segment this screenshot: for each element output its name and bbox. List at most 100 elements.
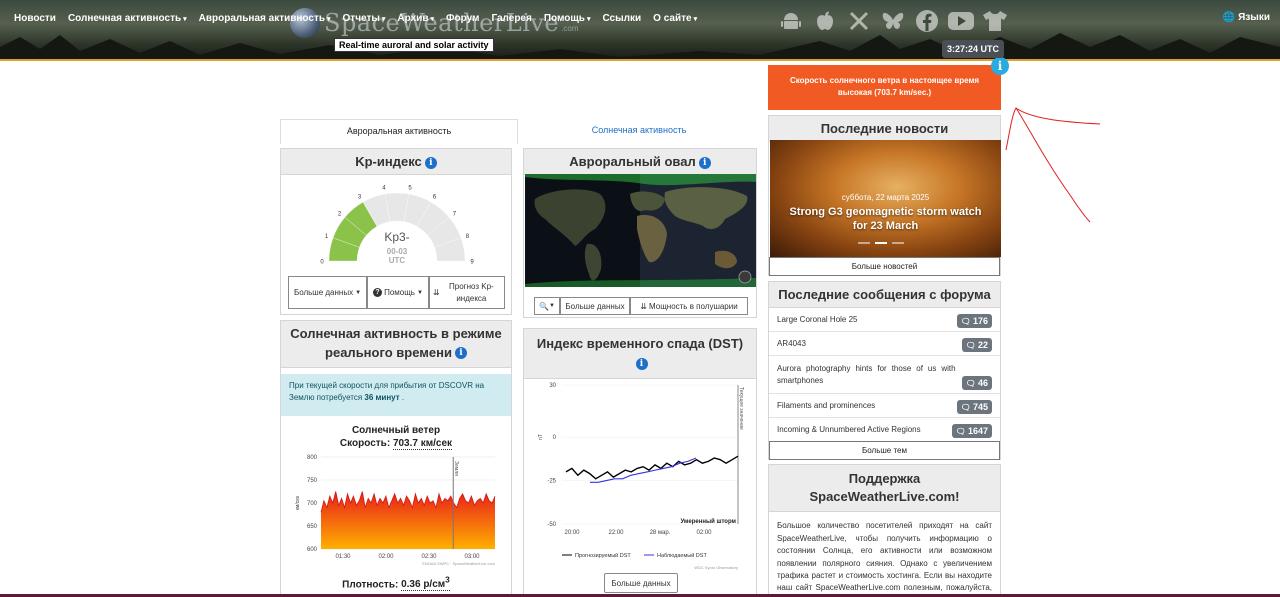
reply-count-badge: 🗨 1647 xyxy=(951,424,992,438)
forum-topic-title[interactable]: Incoming & Unnumbered Active Regions xyxy=(777,424,946,436)
red-annotation-stroke xyxy=(1005,107,1101,223)
zoom-dropdown-button[interactable]: 🔍 ▼ xyxy=(534,297,560,315)
kp-help-button[interactable]: ? Помощь ▼ xyxy=(367,276,429,309)
world-aurora-map[interactable] xyxy=(525,174,756,287)
nav-item-3[interactable]: Отчеты ▾ xyxy=(337,10,392,27)
comments-icon: 🗨 xyxy=(960,403,973,412)
kp-forecast-button[interactable]: ⇊ Прогноз Kp-индекса xyxy=(429,276,505,309)
nav-item-9[interactable]: О сайте ▾ xyxy=(647,10,703,27)
nav-item-2[interactable]: Авроральная активность ▾ xyxy=(193,10,337,27)
nav-item-label: Ссылки xyxy=(602,13,642,24)
wind-x-tick: 02:00 xyxy=(378,554,394,560)
forum-topic-title[interactable]: Aurora photography hints for those of us… xyxy=(777,363,956,387)
info-icon[interactable]: i xyxy=(454,347,467,360)
density-label: Плотность: xyxy=(342,579,399,591)
dst-credit: WDC Kyoto Observatory xyxy=(694,565,738,570)
bluesky-icon[interactable] xyxy=(880,8,906,34)
forum-topic-row[interactable]: Large Coronal Hole 25 🗨 176 xyxy=(769,308,1000,332)
density-value: 0.36 р/см xyxy=(401,579,446,591)
caret-down-icon: ▼ xyxy=(355,289,362,296)
kp-scale-label: 2 xyxy=(338,211,342,217)
info-icon[interactable]: i xyxy=(635,358,648,371)
kp-time: 00-03 xyxy=(387,247,408,256)
youtube-icon[interactable] xyxy=(948,8,974,34)
solar-wind-alert[interactable]: Скорость солнечного ветра в настоящее вр… xyxy=(768,65,1001,110)
forum-topic-row[interactable]: Filaments and prominences 🗨 745 xyxy=(769,394,1000,418)
tab-solar-activity[interactable]: Солнечная активность xyxy=(520,119,758,144)
double-chevron-down-icon: ⇊ xyxy=(433,287,440,297)
density-readout: Плотность: 0.36 р/см3 xyxy=(281,575,511,592)
solar-wind-chart[interactable]: 600 650 700 750 800 км/сек Земля 01:30 02:00 02:3… xyxy=(291,453,503,573)
main-menu: Новости Солнечная активность ▾ Авроральная … xyxy=(8,10,703,27)
dst-chart[interactable]: 30 0 -25 -50 nT Текущее значение Умеренный што… xyxy=(534,379,748,571)
wind-x-tick: 02:30 xyxy=(421,554,437,560)
reply-count: 22 xyxy=(977,340,988,350)
forum-topic-title[interactable]: AR4043 xyxy=(777,338,956,350)
dst-x-tick: 20:00 xyxy=(564,530,580,536)
info-icon[interactable]: i xyxy=(424,156,437,169)
kp-panel-header: Kp-индекс i xyxy=(281,149,511,175)
nav-item-7[interactable]: Помощь ▾ xyxy=(538,10,597,27)
nav-item-0[interactable]: Новости xyxy=(8,10,62,27)
forum-topic-list: Large Coronal Hole 25 🗨 176 AR4043 🗨 22 Auro… xyxy=(769,308,1000,442)
double-chevron-down-icon: ⇊ xyxy=(640,301,647,311)
more-topics-button[interactable]: Больше тем xyxy=(769,441,1000,460)
reply-count: 176 xyxy=(972,316,988,326)
news-date: суббота, 22 марта 2025 xyxy=(841,193,930,202)
arrival-time: 36 минут xyxy=(364,392,400,402)
reply-count: 46 xyxy=(977,378,988,388)
arrival-info-end: . xyxy=(399,392,405,402)
android-icon[interactable] xyxy=(778,8,804,34)
forum-topic-title[interactable]: Large Coronal Hole 25 xyxy=(777,314,951,326)
language-menu[interactable]: 🌐 Языки xyxy=(1223,12,1270,23)
alert-info-icon[interactable]: i xyxy=(991,57,1009,75)
nav-item-1[interactable]: Солнечная активность ▾ xyxy=(62,10,193,27)
nav-item-label: Форум xyxy=(445,13,480,24)
apple-icon[interactable] xyxy=(812,8,838,34)
activity-tabs: Авроральная активность Солнечная активно… xyxy=(280,119,758,144)
forum-topic-title[interactable]: Filaments and prominences xyxy=(777,400,951,412)
speed-value: 703.7 км/сек xyxy=(392,438,453,450)
nav-item-6[interactable]: Галерея xyxy=(485,10,537,27)
kp-button-group: Больше данных ▼ ? Помощь ▼ ⇊ Прогноз Kp-инде… xyxy=(288,276,505,309)
kp-scale-label: 3 xyxy=(358,195,362,201)
x-icon[interactable] xyxy=(846,8,872,34)
reply-count-badge: 🗨 22 xyxy=(961,338,992,352)
wind-y-tick: 700 xyxy=(307,501,318,507)
speed-label: Скорость: xyxy=(339,438,391,449)
nav-item-5[interactable]: Форум xyxy=(440,10,485,27)
kp-more-data-button[interactable]: Больше данных ▼ xyxy=(288,276,367,309)
kp-more-label: Больше данных xyxy=(293,288,354,297)
dst-more-data-button[interactable]: Больше данных xyxy=(604,573,678,593)
realtime-title: Солнечная активность в режиме реального … xyxy=(290,326,502,360)
wind-y-tick: 800 xyxy=(307,455,318,461)
nav-item-8[interactable]: Ссылки xyxy=(596,10,647,27)
nav-item-4[interactable]: Архив ▾ xyxy=(391,10,440,27)
forum-topic-row[interactable]: Aurora photography hints for those of us… xyxy=(769,356,1000,394)
forum-topic-row[interactable]: AR4043 🗨 22 xyxy=(769,332,1000,356)
news-headline[interactable]: Strong G3 geomagnetic storm watch for 23… xyxy=(785,206,986,234)
nav-item-label: Солнечная активность xyxy=(67,13,182,24)
reply-count-badge: 🗨 745 xyxy=(956,400,992,414)
kp-scale-label: 4 xyxy=(382,186,386,192)
carousel-dot[interactable] xyxy=(858,242,870,244)
wind-x-tick: 03:00 xyxy=(464,554,480,560)
tshirt-icon[interactable] xyxy=(982,8,1008,34)
carousel-dot[interactable] xyxy=(875,242,887,244)
more-news-button[interactable]: Больше новостей xyxy=(769,257,1000,276)
forum-topic-row[interactable]: Incoming & Unnumbered Active Regions 🗨 16… xyxy=(769,418,1000,442)
hemisphere-power-button[interactable]: ⇊ Мощность в полушарии xyxy=(630,297,748,315)
kp-index-panel: Kp-индекс i 0 1 2 3 4 5 6 7 8 9 Kp3- 00-03 UTC Больше… xyxy=(280,148,512,315)
news-panel-header: Последние новости xyxy=(769,116,1000,142)
hemisphere-power-label: Мощность в полушарии xyxy=(648,301,738,311)
forum-panel-header: Последние сообщения с форума xyxy=(769,282,1000,308)
news-slide-image[interactable]: суббота, 22 марта 2025 Strong G3 geomagn… xyxy=(770,140,1001,257)
oval-more-data-button[interactable]: Больше данных xyxy=(560,297,630,315)
facebook-icon[interactable] xyxy=(914,8,940,34)
reply-count-badge: 🗨 176 xyxy=(956,314,992,328)
info-icon[interactable]: i xyxy=(698,156,711,169)
wind-y-tick: 750 xyxy=(307,478,318,484)
tab-auroral-activity[interactable]: Авроральная активность xyxy=(280,119,518,144)
comments-icon: 🗨 xyxy=(960,317,973,326)
carousel-dot[interactable] xyxy=(892,242,904,244)
